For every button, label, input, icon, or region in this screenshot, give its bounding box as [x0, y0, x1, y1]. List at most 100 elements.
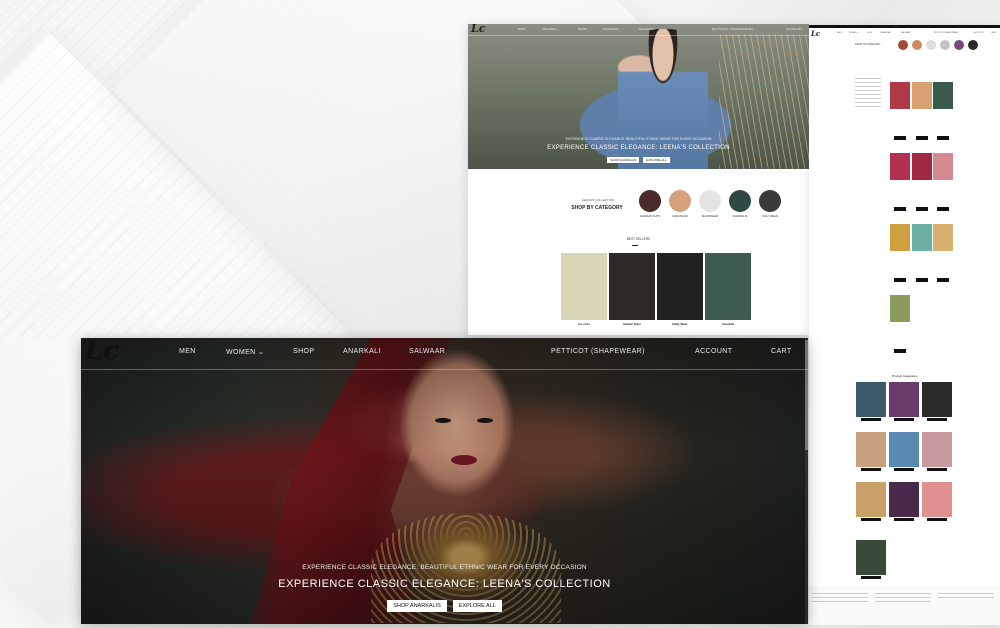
add-to-cart-button[interactable]	[916, 278, 928, 282]
add-to-cart-button[interactable]	[894, 207, 906, 211]
category-item[interactable]: ANARKALIS	[728, 190, 752, 218]
category-item[interactable]	[925, 40, 937, 50]
nav-petticot[interactable]: PETTICOT (SHAPEWEAR)	[934, 32, 959, 34]
nav-women[interactable]: WOMEN ⌄	[543, 27, 560, 31]
category-item[interactable]	[911, 40, 923, 50]
scrollbar[interactable]	[805, 338, 808, 624]
product-card[interactable]	[890, 153, 910, 211]
product-card[interactable]	[912, 153, 932, 211]
add-to-cart-button[interactable]	[916, 207, 928, 211]
category-item[interactable]	[967, 40, 979, 50]
product-category-card[interactable]	[856, 432, 886, 471]
nav-account[interactable]: ACCOUNT	[974, 32, 984, 34]
logo[interactable]: Lc	[471, 24, 485, 35]
product-card[interactable]: Anarkali	[705, 253, 751, 327]
category-item[interactable]	[953, 40, 965, 50]
product-category-card[interactable]	[856, 482, 886, 521]
product-category-card[interactable]	[856, 382, 886, 421]
nav-account[interactable]: ACCOUNT	[786, 27, 802, 31]
shop-anarkalis-button[interactable]: SHOP ANARKALIS	[387, 600, 447, 612]
nav-shop[interactable]: SHOP	[578, 27, 587, 31]
nav-petticot[interactable]: PETTICOT (SHAPEWEAR)	[551, 348, 645, 355]
product-card[interactable]	[890, 224, 910, 282]
category-item[interactable]: SHAPEWEAR	[698, 190, 722, 218]
nav-anarkali[interactable]: ANARKALI	[881, 32, 891, 34]
category-item[interactable]	[939, 40, 951, 50]
view-button[interactable]	[861, 576, 881, 579]
category-item[interactable]: CHIKANKARI	[668, 190, 692, 218]
explore-all-button[interactable]: EXPLORE ALL	[452, 600, 502, 612]
product-card[interactable]: Salwar Suits	[609, 253, 655, 327]
product-card[interactable]	[912, 82, 932, 140]
top-nav: Lc MEN WOMEN ⌄ SHOP ANARKALI SALWAAR PET…	[809, 29, 1000, 38]
product-card[interactable]	[912, 224, 932, 282]
add-to-cart-button[interactable]	[937, 278, 949, 282]
view-button[interactable]	[861, 518, 881, 521]
add-to-cart-button[interactable]	[894, 349, 906, 353]
view-button[interactable]	[861, 418, 881, 421]
tab-inactive[interactable]	[641, 245, 647, 246]
nav-salwaar[interactable]: SALWAAR	[639, 27, 655, 31]
product-card[interactable]	[890, 295, 910, 353]
nav-women[interactable]: WOMEN ⌄	[226, 348, 264, 356]
product-category-card[interactable]	[856, 540, 886, 579]
nav-anarkali[interactable]: ANARKALI	[603, 27, 619, 31]
view-button[interactable]	[927, 468, 947, 471]
view-button[interactable]	[894, 418, 914, 421]
add-to-cart-button[interactable]	[937, 136, 949, 140]
category-item[interactable]: SALWAAR SUITS	[638, 190, 662, 218]
product-card[interactable]: Daily Wear	[657, 253, 703, 327]
view-button[interactable]	[927, 418, 947, 421]
nav-petticot[interactable]: PETTICOT (SHAPEWEAR)	[712, 27, 753, 31]
product-card[interactable]	[890, 82, 910, 140]
explore-all-button[interactable]: EXPLORE ALL	[643, 157, 670, 163]
logo[interactable]: Lc	[85, 338, 119, 366]
category-item[interactable]: DAILY WEAR	[758, 190, 782, 218]
product-category-card[interactable]	[922, 382, 952, 421]
nav-men[interactable]: MEN	[518, 27, 525, 31]
product-category-card[interactable]	[922, 482, 952, 521]
nav-men[interactable]: MEN	[179, 348, 196, 355]
filter-row[interactable]	[855, 102, 881, 103]
nav-cart[interactable]: CART	[991, 32, 996, 34]
product-category-card[interactable]	[889, 482, 919, 521]
product-category-card[interactable]	[889, 432, 919, 471]
filter-row[interactable]	[855, 78, 881, 79]
product-card[interactable]: Co-ords	[561, 253, 607, 327]
tab-active[interactable]	[632, 245, 638, 246]
filter-row[interactable]	[855, 98, 881, 99]
product-category-card[interactable]	[889, 382, 919, 421]
view-button[interactable]	[861, 468, 881, 471]
filter-row[interactable]	[855, 106, 881, 107]
product-category-card[interactable]	[922, 432, 952, 471]
product-category-image	[922, 482, 952, 517]
nav-shop[interactable]: SHOP	[867, 32, 873, 34]
add-to-cart-button[interactable]	[894, 136, 906, 140]
nav-men[interactable]: MEN	[837, 32, 841, 34]
hero-title: EXPERIENCE CLASSIC ELEGANCE: LEENA'S COL…	[278, 578, 611, 590]
nav-women[interactable]: WOMEN ⌄	[849, 32, 859, 34]
view-button[interactable]	[894, 518, 914, 521]
nav-salwaar[interactable]: SALWAAR	[409, 348, 445, 355]
add-to-cart-button[interactable]	[916, 136, 928, 140]
filter-row[interactable]	[855, 90, 881, 91]
view-button[interactable]	[894, 468, 914, 471]
scrollbar-thumb[interactable]	[805, 340, 808, 450]
product-card[interactable]	[933, 153, 953, 211]
nav-shop[interactable]: SHOP	[293, 348, 314, 355]
nav-cart[interactable]: CART	[771, 348, 792, 355]
view-button[interactable]	[927, 518, 947, 521]
product-card[interactable]	[933, 82, 953, 140]
filter-row[interactable]	[855, 86, 881, 87]
filter-row[interactable]	[855, 82, 881, 83]
nav-salwaar[interactable]: SALWAAR	[901, 32, 911, 34]
shop-anarkalis-button[interactable]: SHOP ANARKALIS	[607, 157, 640, 163]
filter-row[interactable]	[855, 94, 881, 95]
add-to-cart-button[interactable]	[894, 278, 906, 282]
add-to-cart-button[interactable]	[937, 207, 949, 211]
product-card[interactable]	[933, 224, 953, 282]
logo[interactable]: Lc	[811, 29, 820, 38]
category-item[interactable]	[897, 40, 909, 50]
nav-anarkali[interactable]: ANARKALI	[343, 348, 381, 355]
nav-account[interactable]: ACCOUNT	[695, 348, 732, 355]
